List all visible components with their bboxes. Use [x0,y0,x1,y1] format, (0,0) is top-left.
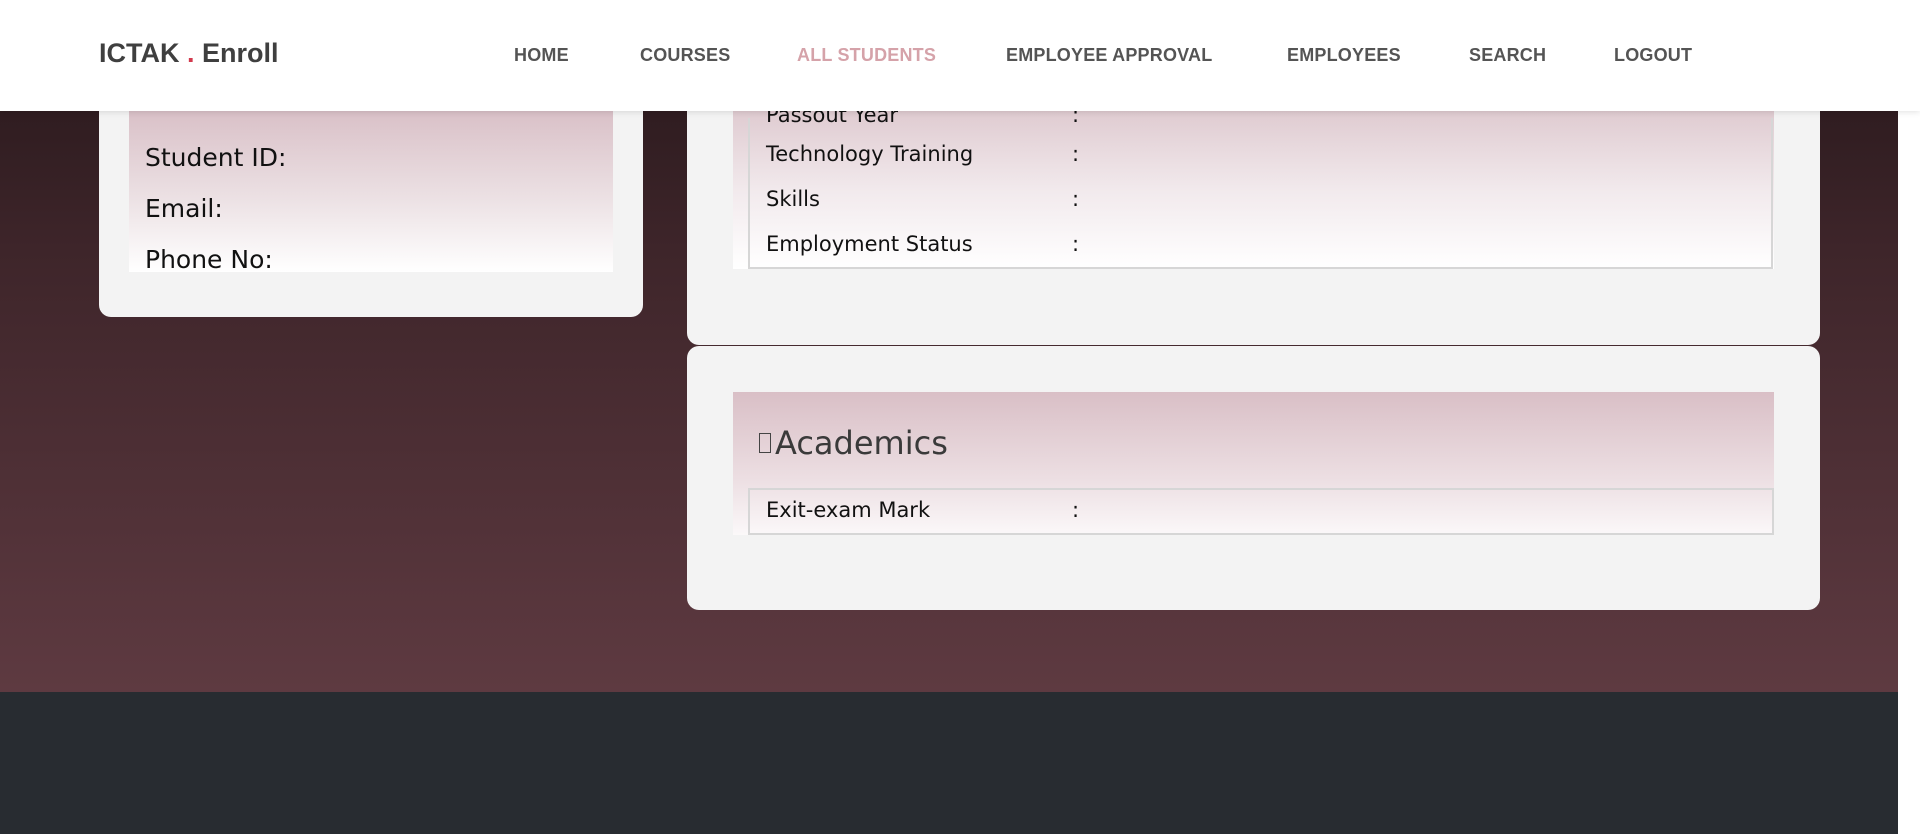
nav-courses[interactable]: COURSES [640,45,730,66]
student-info-panel: Passout Year : Technology Training : Ski… [733,98,1774,269]
technology-training-label: Technology Training [766,142,974,166]
row-separator: : [1072,187,1080,211]
nav-logout[interactable]: LOGOUT [1614,45,1692,66]
nav-employees[interactable]: EMPLOYEES [1287,45,1401,66]
brand-logo[interactable]: ICTAK . Enroll [99,38,279,69]
brand-dot: . [187,38,195,68]
academics-title: Academics [775,424,948,462]
nav-employee-approval[interactable]: EMPLOYEE APPROVAL [1006,45,1212,66]
nav-all-students[interactable]: ALL STUDENTS [797,45,936,66]
page-edge-strip [1898,0,1920,834]
nav-home[interactable]: HOME [514,45,569,66]
brand-name-left: ICTAK [99,38,180,68]
academics-heading: Academics [759,424,948,462]
book-icon [759,433,771,453]
academics-table: Exit-exam Mark : [748,488,1774,535]
row-separator: : [1072,232,1080,256]
phone-label: Phone No: [145,245,273,274]
skills-label: Skills [766,187,820,211]
brand-name-right: Enroll [202,38,279,68]
student-info-table: Passout Year : Technology Training : Ski… [748,103,1773,269]
top-navbar: ICTAK . Enroll HOME COURSES ALL STUDENTS… [0,0,1920,111]
academics-card: Academics Exit-exam Mark : [687,346,1820,610]
profile-details-panel: Student ID: Email: Phone No: [129,110,613,274]
nav-search[interactable]: SEARCH [1469,45,1546,66]
employment-status-label: Employment Status [766,232,973,256]
email-label: Email: [145,194,223,223]
footer [0,692,1920,834]
academics-panel: Academics Exit-exam Mark : [733,392,1774,535]
row-separator: : [1072,142,1080,166]
exit-exam-mark-label: Exit-exam Mark [766,498,931,522]
row-separator: : [1072,498,1080,522]
student-id-label: Student ID: [145,143,287,172]
